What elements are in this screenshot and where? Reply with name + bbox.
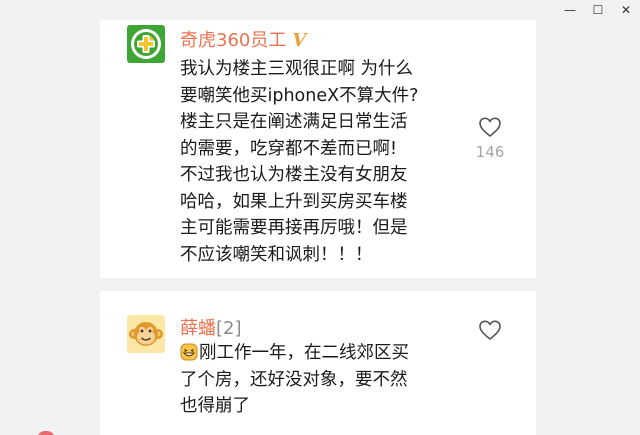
- comment-username[interactable]: 薛蟠[2]: [180, 314, 242, 340]
- heart-icon[interactable]: [478, 318, 502, 342]
- comment-username[interactable]: 奇虎360员工 V: [180, 26, 306, 52]
- 360-logo-icon[interactable]: [127, 25, 165, 63]
- monkey-avatar-icon[interactable]: [127, 315, 165, 353]
- comment-line: 也得崩了: [180, 396, 250, 416]
- app-window: — ☐ ✕ 奇虎360员工 V 我认为楼主三观很正啊 为什么 要嘲笑他买ipho…: [0, 0, 640, 435]
- title-bar: — ☐ ✕: [0, 0, 640, 20]
- comment-line: 主可能需要再接再厉哦！但是: [180, 218, 408, 238]
- verified-badge-icon: V: [292, 30, 307, 51]
- username-text[interactable]: 薛蟠: [180, 318, 216, 339]
- comment-text: 我认为楼主三观很正啊 为什么 要嘲笑他买iphoneX不算大件? 楼主只是在阐述…: [180, 56, 460, 268]
- comment-line: 楼主只是在阐述满足日常生活: [180, 112, 408, 132]
- close-button[interactable]: ✕: [612, 0, 640, 20]
- minimize-button[interactable]: —: [556, 0, 584, 20]
- comment-list: 奇虎360员工 V 我认为楼主三观很正啊 为什么 要嘲笑他买iphoneX不算大件…: [100, 20, 536, 435]
- comment-text: 刚工作一年，在二线郊区买 了个房，还好没对象，要不然 也得崩了: [180, 340, 460, 420]
- heart-icon[interactable]: [478, 115, 502, 139]
- comment-divider: [100, 278, 536, 291]
- comment-item: 奇虎360员工 V 我认为楼主三观很正啊 为什么 要嘲笑他买iphoneX不算大件…: [100, 20, 536, 278]
- comment-line: 我认为楼主三观很正啊 为什么: [180, 59, 414, 79]
- comment-line: 要嘲笑他买iphoneX不算大件?: [180, 85, 419, 106]
- comment-line: 刚工作一年，在二线郊区买: [180, 340, 460, 367]
- like-count: 146: [475, 143, 505, 161]
- grin-emoji-icon: [180, 343, 198, 361]
- comment-line: 了个房，还好没对象，要不然: [180, 369, 408, 390]
- maximize-button[interactable]: ☐: [584, 0, 612, 20]
- comment-line: 哈哈，如果上升到买房买车楼: [180, 191, 408, 212]
- avatar: [37, 431, 55, 435]
- floor-number: [2]: [216, 318, 242, 339]
- comment-line-text: 刚工作一年，在二线郊区买: [199, 343, 409, 363]
- comment-line: 的需要，吃穿都不差而已啊!: [180, 138, 398, 159]
- comment-line: 不应该嘲笑和讽刺！！！: [180, 244, 373, 265]
- comment-item: 薛蟠[2] 刚工作一年，在二线郊区买 了个房，还好没对象，要不然 也得崩了: [100, 291, 536, 435]
- comment-line: 不过我也认为楼主没有女朋友: [180, 165, 408, 185]
- username-text[interactable]: 奇虎360员工: [180, 30, 286, 51]
